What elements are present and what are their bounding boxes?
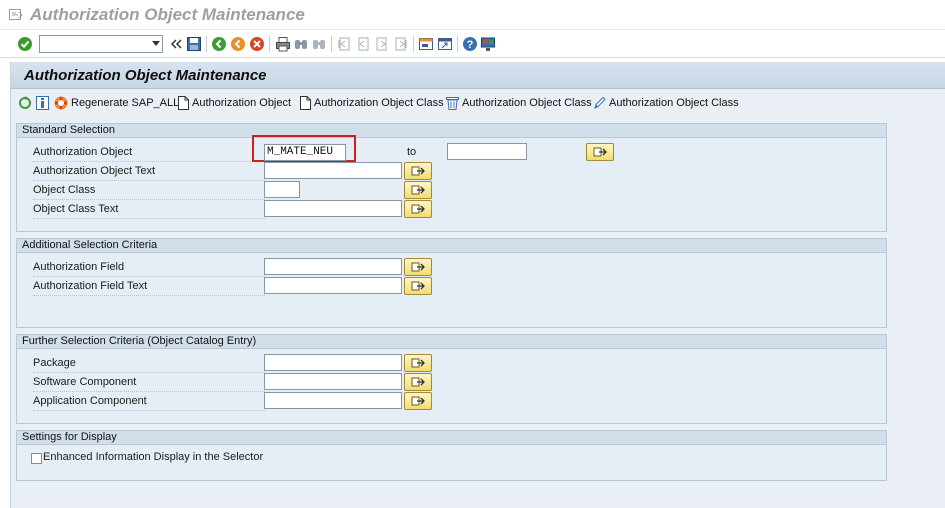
system-toolbar: ?: [0, 30, 945, 58]
authorization-object-label: Authorization Object: [33, 144, 265, 162]
object-class-text-input[interactable]: [264, 200, 402, 217]
change-authorization-object-class-button[interactable]: Authorization Object Class: [593, 95, 739, 111]
authorization-field-input[interactable]: [264, 258, 402, 275]
title-bar: Authorization Object Maintenance: [0, 0, 945, 30]
info-button[interactable]: [36, 95, 49, 111]
multiple-selection-button[interactable]: [404, 181, 432, 199]
regenerate-sap-all-label: Regenerate SAP_ALL: [71, 97, 180, 109]
enhanced-display-label: Enhanced Information Display in the Sele…: [43, 451, 264, 463]
standard-selection-group: Standard Selection Authorization Object …: [16, 123, 887, 232]
create-authorization-object-button[interactable]: Authorization Object: [178, 95, 291, 111]
authorization-field-text-input[interactable]: [264, 277, 402, 294]
multiple-selection-icon: [411, 281, 425, 291]
multiple-selection-button[interactable]: [404, 162, 432, 180]
help-icon[interactable]: ?: [462, 36, 478, 52]
display-settings-group: Settings for Display Enhanced Informatio…: [16, 430, 887, 481]
to-label: to: [407, 146, 417, 158]
work-area: Authorization Object Maintenance Regener…: [10, 62, 945, 508]
multiple-selection-icon: [411, 377, 425, 387]
next-page-icon[interactable]: [374, 36, 390, 52]
exit-icon[interactable]: [230, 36, 246, 52]
trash-icon: [446, 97, 459, 110]
multiple-selection-icon: [411, 204, 425, 214]
create-authorization-object-class-button[interactable]: Authorization Object Class: [300, 95, 444, 111]
multiple-selection-button[interactable]: [404, 277, 432, 295]
other-object-button[interactable]: [18, 95, 32, 111]
create-authorization-object-label: Authorization Object: [192, 97, 292, 109]
multiple-selection-button[interactable]: [404, 373, 432, 391]
multiple-selection-icon: [411, 185, 425, 195]
additional-selection-group: Additional Selection Criteria Authorizat…: [16, 238, 887, 328]
application-toolbar: Regenerate SAP_ALL Authorization Object …: [11, 90, 945, 116]
new-document-icon: [178, 96, 189, 110]
new-document-icon: [300, 96, 311, 110]
package-label: Package: [33, 355, 265, 373]
svg-text:?: ?: [467, 39, 474, 51]
window-title: Authorization Object Maintenance: [30, 5, 305, 24]
back-icon[interactable]: [211, 36, 227, 52]
package-input[interactable]: [264, 354, 402, 371]
multiple-selection-button[interactable]: [404, 392, 432, 410]
multiple-selection-button[interactable]: [404, 258, 432, 276]
software-component-input[interactable]: [264, 373, 402, 390]
screen-header: Authorization Object Maintenance: [11, 62, 945, 89]
double-left-arrow-icon[interactable]: [168, 36, 184, 52]
refresh-cycle-icon: [19, 96, 31, 109]
regenerate-sap-all-button[interactable]: Regenerate SAP_ALL: [54, 95, 179, 111]
standard-selection-title: Standard Selection: [17, 124, 886, 138]
last-page-icon[interactable]: [393, 36, 409, 52]
new-session-icon[interactable]: [418, 36, 434, 52]
authorization-field-label: Authorization Field: [33, 259, 265, 277]
multiple-selection-icon: [411, 166, 425, 176]
find-icon[interactable]: [293, 36, 309, 52]
customize-layout-icon[interactable]: [480, 36, 496, 52]
authorization-field-text-label: Authorization Field Text: [33, 278, 265, 296]
enhanced-display-checkbox[interactable]: [31, 453, 42, 464]
authorization-object-from-input[interactable]: M_MATE_NEU: [264, 144, 346, 161]
cancel-icon[interactable]: [249, 36, 265, 52]
delete-authorization-object-class-label: Authorization Object Class: [462, 97, 592, 109]
software-component-label: Software Component: [33, 374, 265, 392]
multiple-selection-button[interactable]: [404, 200, 432, 218]
object-class-text-label: Object Class Text: [33, 201, 265, 219]
menu-icon[interactable]: [9, 9, 23, 21]
multiple-selection-icon: [411, 262, 425, 272]
enter-icon[interactable]: [17, 36, 33, 52]
multiple-selection-button[interactable]: [404, 354, 432, 372]
application-component-label: Application Component: [33, 393, 265, 411]
regenerate-icon: [54, 96, 68, 110]
multiple-selection-icon: [411, 358, 425, 368]
object-class-label: Object Class: [33, 182, 265, 200]
print-icon[interactable]: [275, 36, 291, 52]
multiple-selection-icon: [593, 147, 607, 157]
additional-selection-title: Additional Selection Criteria: [17, 239, 886, 253]
info-icon: [36, 96, 49, 110]
authorization-object-text-label: Authorization Object Text: [33, 163, 265, 181]
object-class-input[interactable]: [264, 181, 300, 198]
pencil-icon: [594, 96, 606, 109]
first-page-icon[interactable]: [336, 36, 352, 52]
further-selection-title: Further Selection Criteria (Object Catal…: [17, 335, 886, 349]
multiple-selection-button[interactable]: [586, 143, 614, 161]
delete-authorization-object-class-button[interactable]: Authorization Object Class: [446, 95, 592, 111]
further-selection-group: Further Selection Criteria (Object Catal…: [16, 334, 887, 424]
display-settings-title: Settings for Display: [17, 431, 886, 445]
screen-title: Authorization Object Maintenance: [24, 67, 267, 84]
previous-page-icon[interactable]: [355, 36, 371, 52]
chevron-down-icon[interactable]: [152, 41, 160, 46]
change-authorization-object-class-label: Authorization Object Class: [609, 97, 739, 109]
save-icon[interactable]: [186, 36, 202, 52]
authorization-object-to-input[interactable]: [447, 143, 527, 160]
shortcut-icon[interactable]: [437, 36, 453, 52]
application-component-input[interactable]: [264, 392, 402, 409]
multiple-selection-icon: [411, 396, 425, 406]
create-authorization-object-class-label: Authorization Object Class: [314, 97, 444, 109]
authorization-object-text-input[interactable]: [264, 162, 402, 179]
find-next-icon[interactable]: [311, 36, 327, 52]
command-field[interactable]: [39, 35, 163, 53]
